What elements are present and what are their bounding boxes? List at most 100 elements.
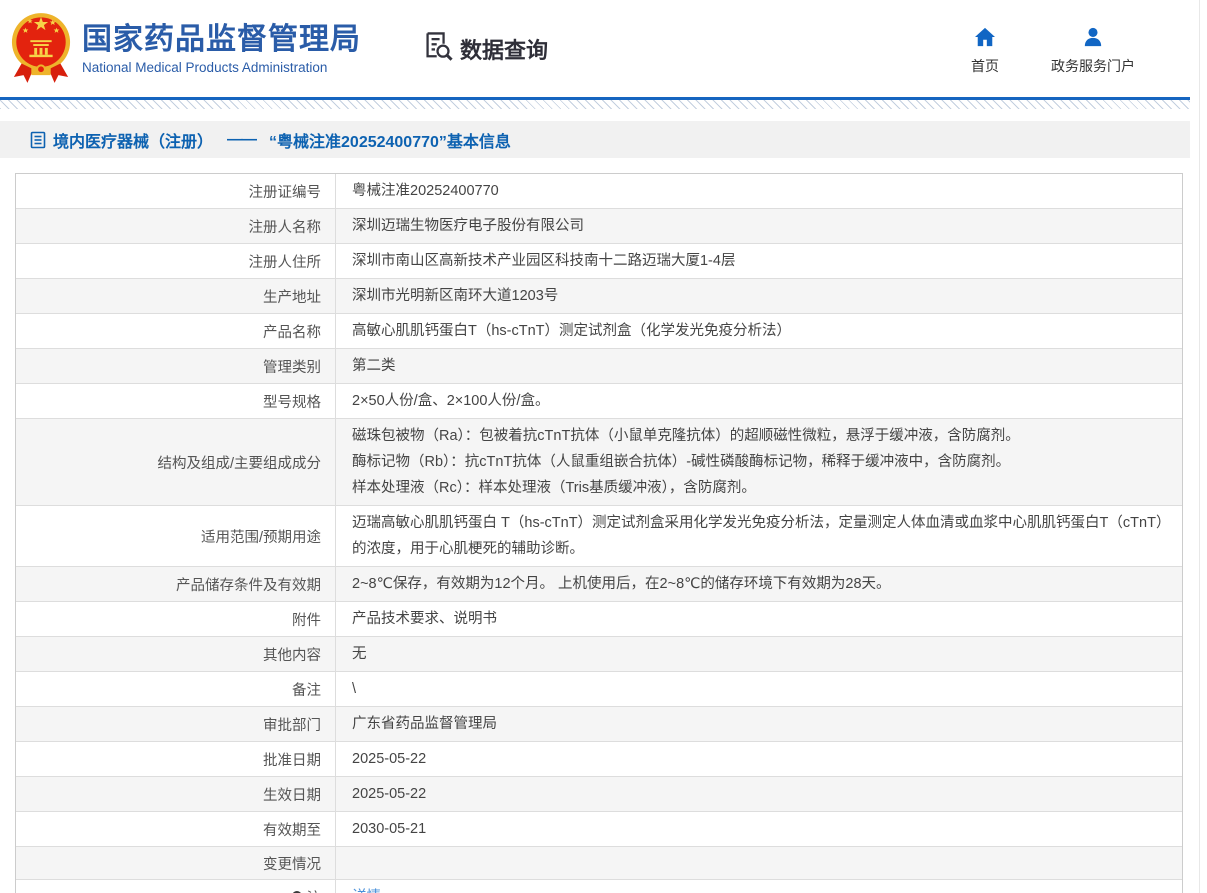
row-label: 注册人住所 — [16, 244, 336, 278]
top-nav: 首页 政务服务门户 — [971, 21, 1135, 76]
home-icon — [974, 27, 996, 50]
row-label-text: 结构及组成/主要组成成分 — [157, 455, 321, 472]
main-content: 注册证编号 粤械注准20252400770 注册人名称 深圳迈瑞生物医疗电子股份有限公… — [0, 158, 1190, 893]
row-label: 附件 — [16, 602, 336, 636]
scrollbar[interactable] — [1199, 0, 1207, 893]
row-label: 产品名称 — [16, 314, 336, 348]
row-value: 广东省药品监督管理局 — [352, 716, 497, 732]
table-row: 有效期至 2030-05-21 — [16, 812, 1182, 847]
org-name-en: National Medical Products Administration — [82, 60, 328, 75]
detail-link[interactable]: 详情 — [352, 884, 381, 893]
row-label: 注册证编号 — [16, 174, 336, 208]
row-label-text: 批准日期 — [263, 752, 321, 769]
site-header: 国家药品监督管理局 National Medical Products Admi… — [0, 0, 1190, 97]
row-label-text: 生效日期 — [263, 787, 321, 804]
row-label: 备注 — [16, 672, 336, 706]
data-query-title: 数据查询 — [423, 30, 548, 68]
nav-home[interactable]: 首页 — [971, 21, 999, 76]
row-label: 管理类别 — [16, 349, 336, 383]
row-label-text: 注册人住所 — [248, 254, 322, 271]
row-label: 其他内容 — [16, 637, 336, 671]
row-value: 2×50人份/盒、2×100人份/盒。 — [352, 393, 550, 409]
table-row: 型号规格 2×50人份/盒、2×100人份/盒。 — [16, 384, 1182, 419]
row-value: 2025-05-22 — [352, 751, 427, 767]
data-query-icon — [423, 30, 455, 68]
balloon-note-icon — [290, 890, 303, 893]
nav-home-label: 首页 — [971, 58, 999, 74]
table-row: 注册人住所 深圳市南山区高新技术产业园区科技南十二路迈瑞大厦1-4层 — [16, 244, 1182, 279]
row-value: 第二类 — [352, 358, 396, 374]
row-label-text: 产品名称 — [263, 324, 321, 341]
data-query-label: 数据查询 — [460, 37, 549, 63]
table-row: 备注 \ — [16, 672, 1182, 707]
row-value: 迈瑞高敏心肌肌钙蛋白 T（hs-cTnT）测定试剂盒采用化学发光免疫分析法，定量… — [352, 515, 1164, 557]
row-value: 深圳市南山区高新技术产业园区科技南十二路迈瑞大厦1-4层 — [352, 253, 736, 269]
table-row: 结构及组成/主要组成成分 磁珠包被物（Ra）：包被着抗cTnT抗体（小鼠单克隆抗体… — [16, 419, 1182, 506]
breadcrumb-detail: “粤械注准20252400770”基本信息 — [269, 133, 511, 151]
row-label-text: 注 — [307, 887, 322, 893]
row-label-text: 注册证编号 — [248, 184, 322, 201]
table-row: 管理类别 第二类 — [16, 349, 1182, 384]
row-label: 生效日期 — [16, 777, 336, 811]
table-row: 生产地址 深圳市光明新区南环大道1203号 — [16, 279, 1182, 314]
row-label-text: 有效期至 — [263, 822, 321, 839]
row-label-text: 型号规格 — [263, 394, 321, 411]
table-row: 产品储存条件及有效期 2~8℃保存，有效期为12个月。 上机使用后，在2~8℃的储… — [16, 567, 1182, 602]
breadcrumb-separator: —— — [227, 130, 257, 148]
row-value: 磁珠包被物（Ra）：包被着抗cTnT抗体（小鼠单克隆抗体）的超顺磁性微粒，悬浮于… — [336, 419, 1182, 505]
row-label: 批准日期 — [16, 742, 336, 776]
row-value: 高敏心肌肌钙蛋白T（hs-cTnT）测定试剂盒（化学发光免疫分析法） — [352, 323, 792, 339]
row-label-text: 生产地址 — [263, 289, 321, 306]
row-value: 无 — [352, 646, 367, 662]
nav-service-portal[interactable]: 政务服务门户 — [1051, 21, 1135, 76]
hatch-band — [0, 100, 1190, 109]
row-value: 详情 — [336, 880, 1182, 893]
table-row: 变更情况 — [16, 847, 1182, 880]
table-row: 产品名称 高敏心肌肌钙蛋白T（hs-cTnT）测定试剂盒（化学发光免疫分析法） — [16, 314, 1182, 349]
row-value: 2025-05-22 — [352, 786, 427, 802]
row-value: 2~8℃保存，有效期为12个月。 上机使用后，在2~8℃的储存环境下有效期为28… — [352, 576, 891, 592]
row-label-text: 备注 — [292, 682, 321, 699]
table-row: 生效日期 2025-05-22 — [16, 777, 1182, 812]
row-label: 型号规格 — [16, 384, 336, 418]
row-label: 结构及组成/主要组成成分 — [16, 419, 336, 505]
table-row: 其他内容 无 — [16, 637, 1182, 672]
table-row: 注册证编号 粤械注准20252400770 — [16, 174, 1182, 209]
row-label: 适用范围/预期用途 — [16, 506, 336, 566]
row-value: 深圳市光明新区南环大道1203号 — [352, 288, 559, 304]
org-name-cn: 国家药品监督管理局 — [82, 23, 361, 56]
row-value-line: 样本处理液（Rc）：样本处理液（Tris基质缓冲液），含防腐剂。 — [352, 480, 756, 496]
row-label-text: 注册人名称 — [248, 219, 322, 236]
info-table: 注册证编号 粤械注准20252400770 注册人名称 深圳迈瑞生物医疗电子股份有限公… — [15, 173, 1183, 893]
brand-text: 国家药品监督管理局 National Medical Products Admi… — [82, 22, 361, 75]
row-value-line: 酶标记物（Rb）：抗cTnT抗体（人鼠重组嵌合抗体）-碱性磷酸酶标记物，稀释于缓… — [352, 454, 1011, 470]
row-label: 变更情况 — [16, 847, 336, 879]
row-value — [336, 847, 1182, 879]
row-value: \ — [352, 681, 357, 697]
row-label: 注 — [16, 880, 336, 893]
table-row: 注 详情 — [16, 880, 1182, 893]
row-label-text: 变更情况 — [263, 856, 321, 873]
row-label-text: 审批部门 — [263, 717, 321, 734]
document-icon — [30, 131, 46, 149]
row-label: 有效期至 — [16, 812, 336, 846]
breadcrumb: 境内医疗器械（注册） —— “粤械注准20252400770”基本信息 — [0, 121, 1190, 158]
nav-portal-label: 政务服务门户 — [1051, 58, 1135, 74]
user-icon — [1082, 27, 1104, 50]
row-value-line: 磁珠包被物（Ra）：包被着抗cTnT抗体（小鼠单克隆抗体）的超顺磁性微粒，悬浮于… — [352, 428, 1020, 444]
row-label-text: 产品储存条件及有效期 — [176, 577, 321, 594]
row-label-text: 其他内容 — [263, 647, 321, 664]
brand: 国家药品监督管理局 National Medical Products Admi… — [10, 7, 361, 90]
row-label: 注册人名称 — [16, 209, 336, 243]
row-label: 生产地址 — [16, 279, 336, 313]
table-row: 适用范围/预期用途 迈瑞高敏心肌肌钙蛋白 T（hs-cTnT）测定试剂盒采用化学发… — [16, 506, 1182, 567]
table-row: 附件 产品技术要求、说明书 — [16, 602, 1182, 637]
table-row: 审批部门 广东省药品监督管理局 — [16, 707, 1182, 742]
row-label-text: 适用范围/预期用途 — [200, 529, 321, 546]
breadcrumb-section: 境内医疗器械（注册） — [53, 133, 214, 151]
row-value: 2030-05-21 — [352, 821, 427, 837]
row-label-text: 附件 — [292, 612, 321, 629]
row-value: 粤械注准20252400770 — [352, 183, 499, 199]
table-row: 注册人名称 深圳迈瑞生物医疗电子股份有限公司 — [16, 209, 1182, 244]
row-value: 产品技术要求、说明书 — [352, 611, 497, 627]
